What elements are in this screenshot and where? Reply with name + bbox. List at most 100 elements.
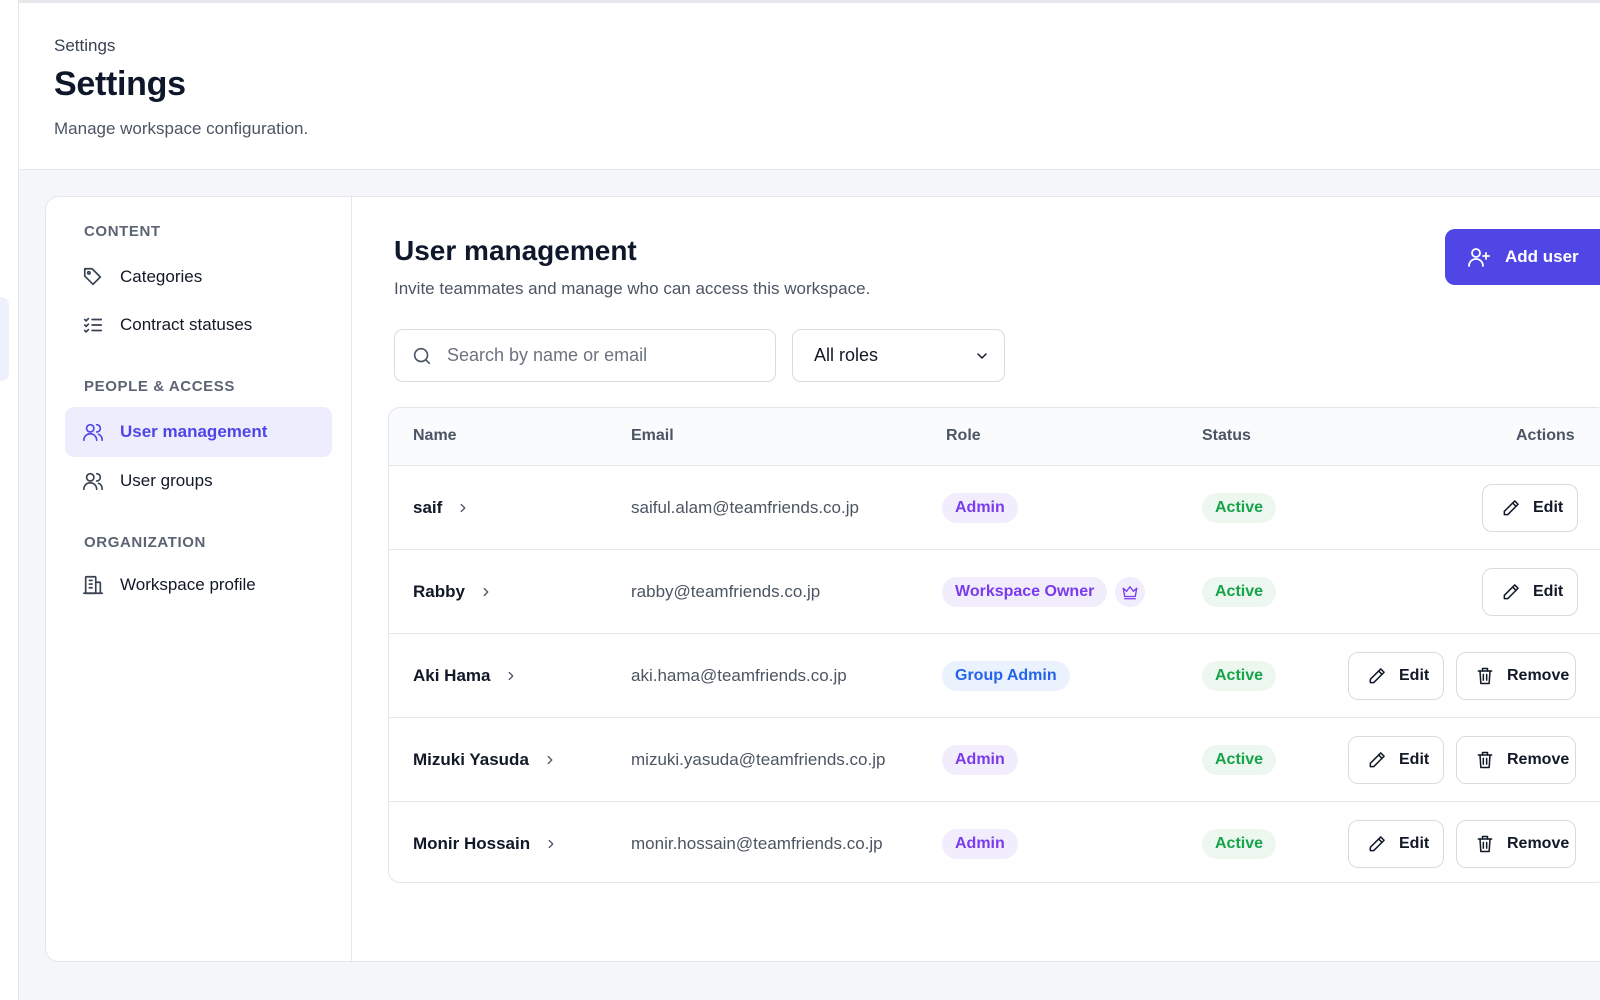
user-name-link[interactable]: Rabby bbox=[413, 550, 493, 633]
role-cell: Workspace Owner bbox=[942, 550, 1146, 633]
sidebar-item-user-groups[interactable]: User groups bbox=[65, 456, 332, 506]
role-badge: Admin bbox=[942, 829, 1018, 859]
sidebar-item-label: User management bbox=[120, 422, 268, 441]
status-badge: Active bbox=[1202, 492, 1277, 523]
status-badge: Active bbox=[1202, 576, 1277, 607]
section-subtitle: Invite teammates and manage who can acce… bbox=[394, 279, 871, 298]
user-email: rabby@teamfriends.co.jp bbox=[631, 581, 821, 601]
app-rail bbox=[0, 0, 19, 1000]
status-cell: Active bbox=[1202, 550, 1277, 633]
table-row: saif saiful.alam@teamfriends.co.jp Admin… bbox=[389, 466, 1600, 550]
edit-button[interactable]: Edit bbox=[1348, 820, 1444, 868]
user-name: Monir Hossain bbox=[413, 834, 531, 853]
trash-icon bbox=[1475, 666, 1495, 686]
role-badge: Admin bbox=[942, 744, 1018, 775]
remove-button[interactable]: Remove bbox=[1456, 820, 1576, 868]
pencil-icon bbox=[1367, 750, 1387, 770]
column-header-role: Role bbox=[946, 427, 981, 444]
remove-label: Remove bbox=[1507, 835, 1570, 852]
role-cell: Admin bbox=[942, 802, 1018, 882]
edit-button[interactable]: Edit bbox=[1348, 652, 1444, 700]
chevron-right-icon bbox=[504, 669, 518, 683]
role-badge: Admin bbox=[942, 492, 1018, 523]
remove-button[interactable]: Remove bbox=[1456, 736, 1576, 784]
user-email: saiful.alam@teamfriends.co.jp bbox=[631, 497, 859, 517]
remove-label: Remove bbox=[1507, 751, 1570, 768]
user-email: monir.hossain@teamfriends.co.jp bbox=[631, 834, 883, 853]
sidebar-item-label: Categories bbox=[120, 267, 203, 286]
edit-button[interactable]: Edit bbox=[1348, 736, 1444, 784]
user-name-link[interactable]: Mizuki Yasuda bbox=[413, 718, 557, 801]
sidebar-item-user-management[interactable]: User management bbox=[65, 407, 332, 457]
role-filter-value: All roles bbox=[814, 345, 879, 365]
page-title: Settings bbox=[54, 65, 186, 103]
chevron-right-icon bbox=[544, 837, 558, 851]
chevron-down-icon bbox=[974, 348, 990, 364]
crown-icon bbox=[1115, 576, 1146, 607]
user-name: saif bbox=[413, 497, 443, 517]
search-input[interactable] bbox=[447, 345, 747, 366]
chevron-right-icon bbox=[456, 501, 470, 515]
table-row: Monir Hossain monir.hossain@teamfriends.… bbox=[389, 802, 1600, 882]
rail-active-indicator[interactable] bbox=[0, 297, 9, 381]
add-user-label: Add user bbox=[1505, 247, 1579, 266]
role-filter-select[interactable]: All roles bbox=[792, 329, 1005, 382]
pencil-icon bbox=[1367, 666, 1387, 686]
user-plus-icon bbox=[1467, 245, 1491, 269]
sidebar-item-contract-statuses[interactable]: Contract statuses bbox=[65, 300, 332, 350]
user-email: mizuki.yasuda@teamfriends.co.jp bbox=[631, 749, 886, 769]
user-name-link[interactable]: saif bbox=[413, 466, 470, 549]
user-email: aki.hama@teamfriends.co.jp bbox=[631, 665, 847, 685]
role-cell: Admin bbox=[942, 718, 1018, 801]
sidebar-section-content: CONTENT bbox=[84, 223, 161, 240]
role-cell: Group Admin bbox=[942, 634, 1070, 717]
role-badge: Group Admin bbox=[942, 660, 1070, 691]
role-badge: Workspace Owner bbox=[942, 576, 1108, 607]
page-subtitle: Manage workspace configuration. bbox=[54, 119, 309, 138]
status-cell: Active bbox=[1202, 718, 1277, 801]
edit-label: Edit bbox=[1399, 667, 1430, 684]
breadcrumb[interactable]: Settings bbox=[54, 36, 115, 56]
role-cell: Admin bbox=[942, 466, 1018, 549]
chevron-right-icon bbox=[543, 753, 557, 767]
building-icon bbox=[82, 574, 104, 596]
add-user-button[interactable]: Add user bbox=[1445, 229, 1600, 285]
settings-sidebar: CONTENT Categories Contract statuses PEO… bbox=[46, 197, 352, 961]
table-row: Rabby rabby@teamfriends.co.jp Workspace … bbox=[389, 550, 1600, 634]
sidebar-item-categories[interactable]: Categories bbox=[65, 252, 332, 302]
status-cell: Active bbox=[1202, 634, 1277, 717]
tag-icon bbox=[82, 266, 104, 288]
column-header-name: Name bbox=[413, 427, 457, 444]
status-badge: Active bbox=[1202, 744, 1277, 775]
chevron-right-icon bbox=[479, 585, 493, 599]
column-header-actions: Actions bbox=[1516, 427, 1575, 444]
edit-button[interactable]: Edit bbox=[1482, 568, 1578, 616]
trash-icon bbox=[1475, 834, 1495, 854]
remove-label: Remove bbox=[1507, 667, 1570, 684]
edit-button[interactable]: Edit bbox=[1482, 484, 1578, 532]
edit-label: Edit bbox=[1533, 499, 1564, 516]
user-name-link[interactable]: Aki Hama bbox=[413, 634, 518, 717]
sidebar-item-label: Contract statuses bbox=[120, 315, 253, 334]
table-row: Mizuki Yasuda mizuki.yasuda@teamfriends.… bbox=[389, 718, 1600, 802]
pencil-icon bbox=[1501, 582, 1521, 602]
status-badge: Active bbox=[1202, 660, 1277, 691]
settings-card: CONTENT Categories Contract statuses PEO… bbox=[45, 196, 1600, 962]
column-header-status: Status bbox=[1202, 427, 1251, 444]
pencil-icon bbox=[1501, 498, 1521, 518]
status-badge: Active bbox=[1202, 829, 1277, 859]
search-field[interactable] bbox=[394, 329, 776, 382]
sidebar-item-workspace-profile[interactable]: Workspace profile bbox=[65, 560, 332, 610]
user-name: Rabby bbox=[413, 581, 465, 601]
user-name-link[interactable]: Monir Hossain bbox=[413, 802, 558, 882]
edit-label: Edit bbox=[1399, 751, 1430, 768]
search-icon bbox=[411, 345, 433, 367]
user-icon bbox=[82, 421, 104, 443]
users-table: Name Email Role Status Actions saif saif… bbox=[388, 407, 1600, 883]
trash-icon bbox=[1475, 750, 1495, 770]
sidebar-item-label: User groups bbox=[120, 471, 213, 490]
sidebar-item-label: Workspace profile bbox=[120, 575, 256, 594]
checklist-icon bbox=[82, 314, 104, 336]
remove-button[interactable]: Remove bbox=[1456, 652, 1576, 700]
section-title: User management bbox=[394, 235, 637, 266]
